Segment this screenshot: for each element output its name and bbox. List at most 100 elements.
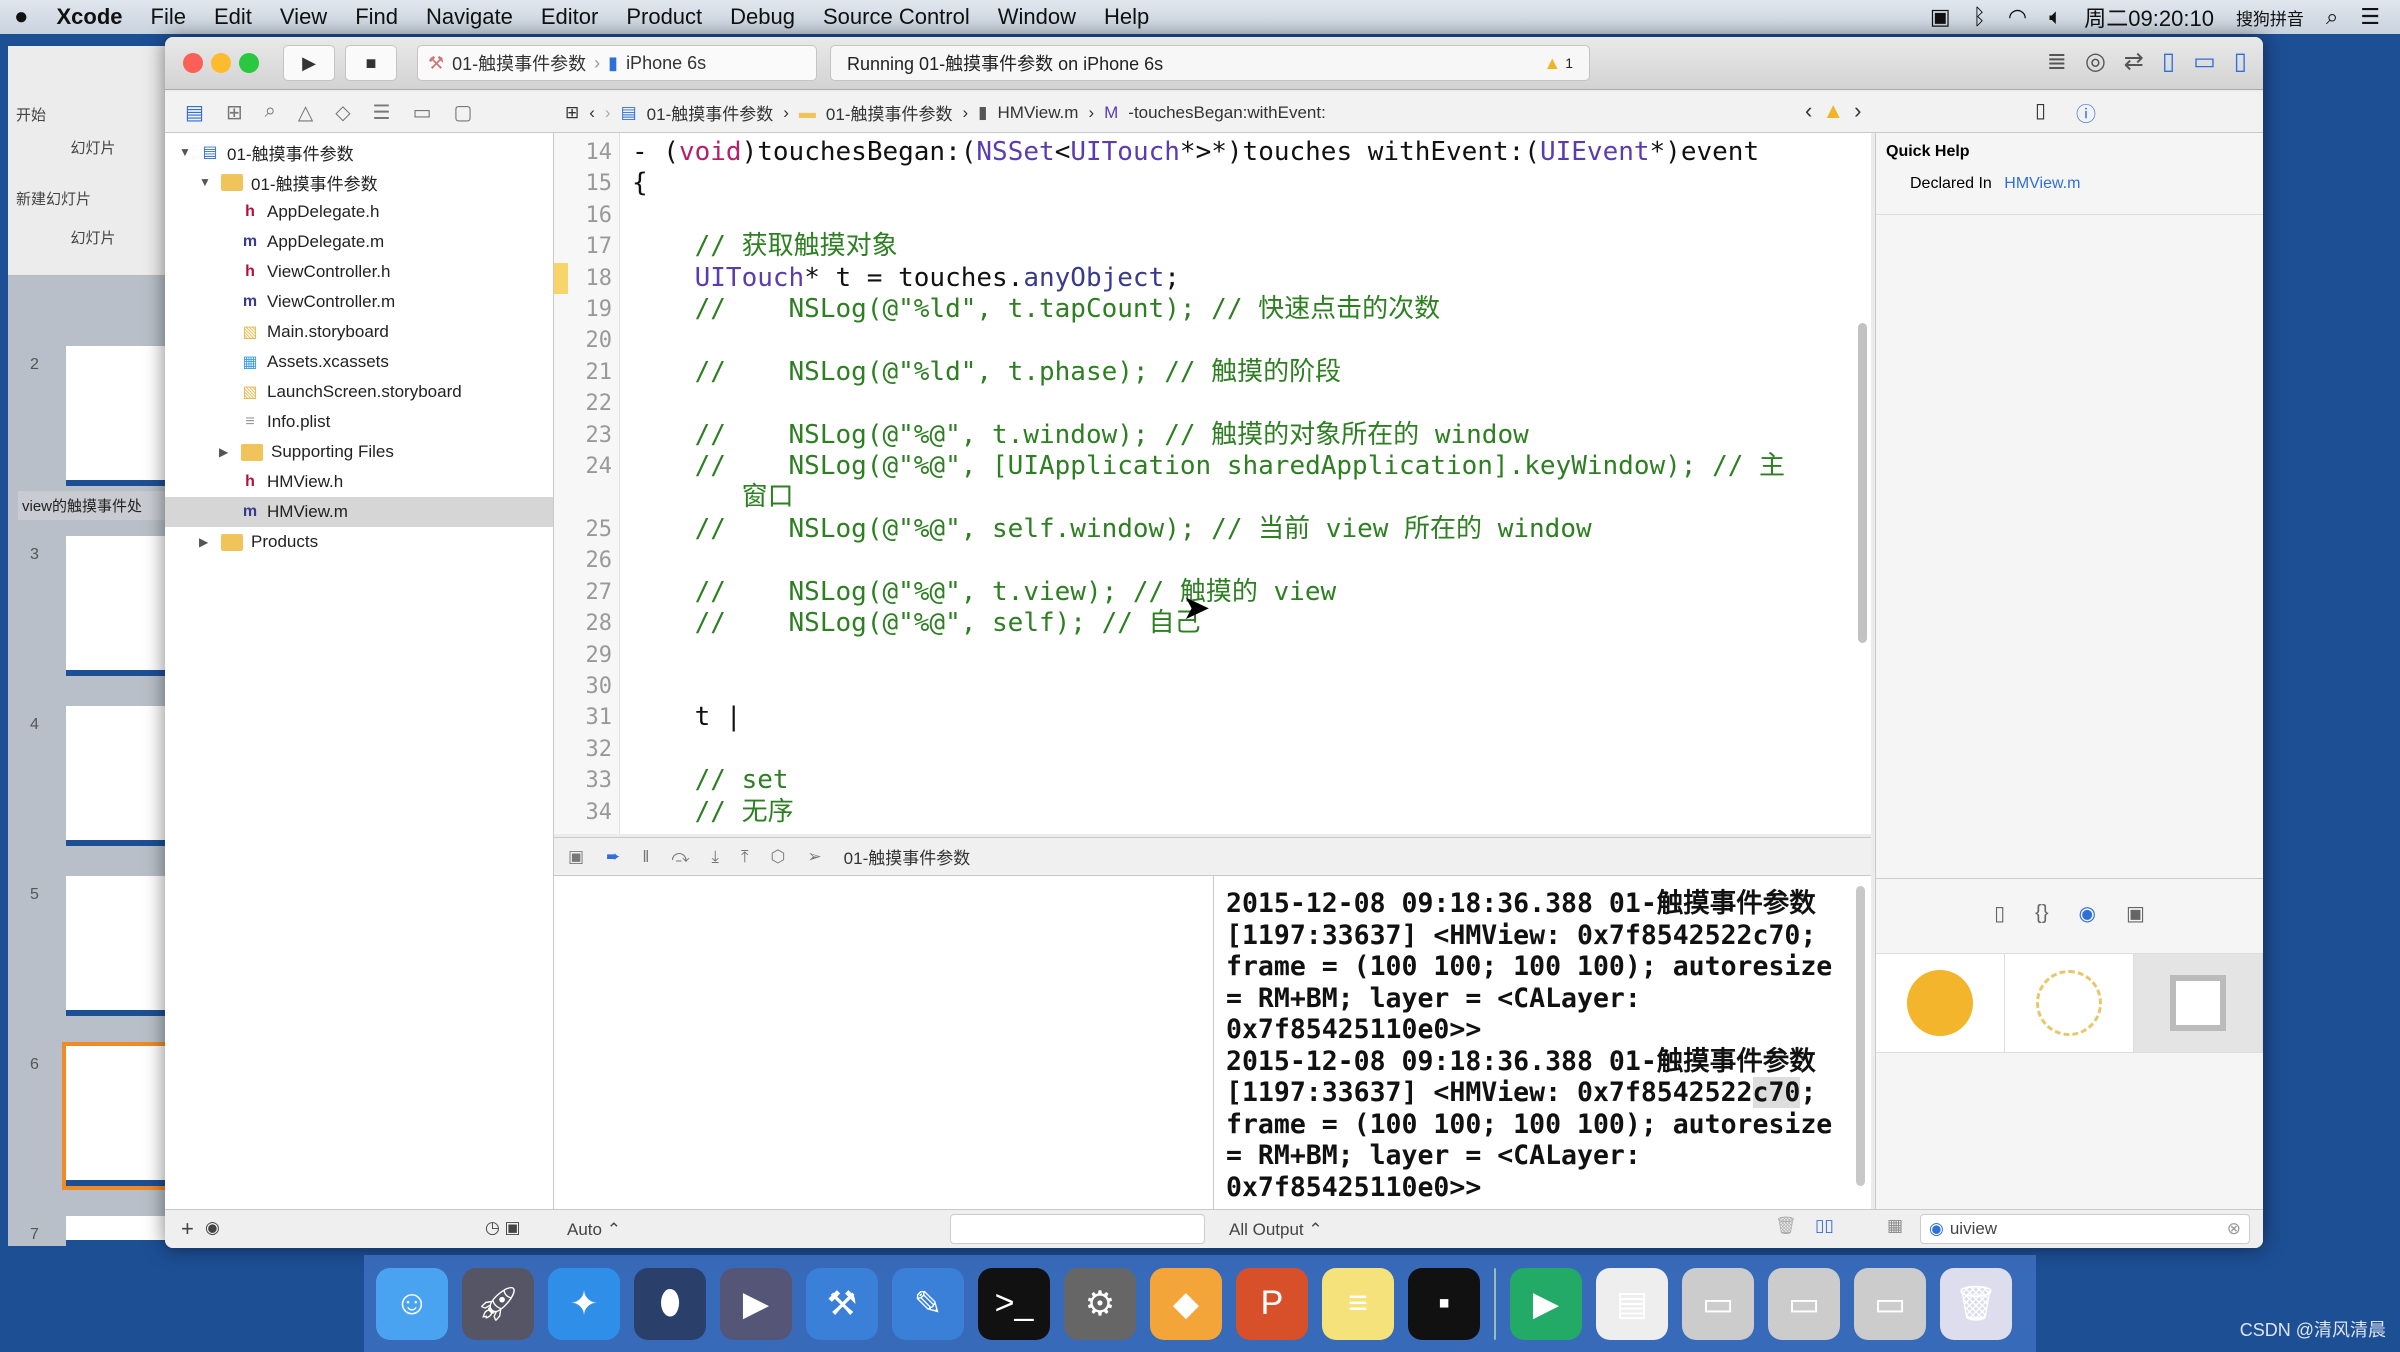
navigator-item[interactable]: ▶ Products: [165, 527, 553, 557]
console-app-icon[interactable]: ▪: [1408, 1267, 1480, 1340]
add-file-button[interactable]: +: [181, 1216, 194, 1242]
code-snippet-library-icon[interactable]: {}: [2035, 902, 2048, 925]
hide-debug-area-icon[interactable]: ▣: [568, 847, 584, 867]
run-button[interactable]: ▶: [283, 45, 335, 81]
code-line[interactable]: 14 - (void)touchesBegan:(NSSet<UITouch*>*…: [554, 137, 1871, 168]
disclosure-closed-icon[interactable]: ▶: [199, 535, 213, 549]
pause-icon[interactable]: ‖: [642, 847, 649, 867]
test-navigator-icon[interactable]: ◇: [335, 100, 350, 125]
view-hierarchy-icon[interactable]: ⬡: [771, 847, 786, 867]
safari-icon[interactable]: ✦: [548, 1267, 620, 1340]
code-line[interactable]: 21 // NSLog(@"%ld", t.phase); // 触摸的阶段: [554, 357, 1871, 388]
media-library-icon[interactable]: ▣: [2126, 901, 2145, 926]
report-navigator-icon[interactable]: ▢: [454, 100, 473, 125]
toggle-debug-area-icon[interactable]: ▭: [2193, 47, 2216, 76]
variables-view[interactable]: [554, 876, 1214, 1209]
editor-scrollbar[interactable]: [1858, 323, 1867, 643]
document-icon[interactable]: ▤: [1596, 1267, 1668, 1340]
code-line[interactable]: 34 // 无序: [554, 797, 1871, 828]
standard-editor-icon[interactable]: ≣: [2047, 47, 2067, 76]
trash-icon[interactable]: 🗑︎: [1940, 1267, 2012, 1340]
bluetooth-icon[interactable]: ᛒ: [1973, 4, 1986, 30]
declared-in-file-link[interactable]: HMView.m: [2004, 175, 2080, 192]
notes-icon[interactable]: ≡: [1322, 1267, 1394, 1340]
stop-button[interactable]: ■: [345, 45, 397, 81]
code-line[interactable]: 24 // NSLog(@"%@", [UIApplication shared…: [554, 451, 1871, 482]
symbol-navigator-icon[interactable]: ⊞: [226, 100, 243, 125]
slide-thumbnail[interactable]: [66, 536, 176, 676]
code-line[interactable]: 32: [554, 734, 1871, 765]
input-method[interactable]: 搜狗拼音: [2236, 5, 2304, 30]
navigator-item[interactable]: ▦ Assets.xcassets: [165, 347, 553, 377]
trash-icon[interactable]: 🗑︎: [1775, 1216, 1797, 1236]
menu-xcode[interactable]: Xcode: [43, 4, 137, 30]
navigator-item[interactable]: ≡ Info.plist: [165, 407, 553, 437]
menu-product[interactable]: Product: [612, 4, 716, 30]
code-line[interactable]: 23 // NSLog(@"%@", t.window); // 触摸的对象所在…: [554, 420, 1871, 451]
screen-icon-2[interactable]: ▭: [1768, 1267, 1840, 1340]
code-line[interactable]: 25 // NSLog(@"%@", self.window); // 当前 v…: [554, 514, 1871, 545]
code-line[interactable]: 31 t |: [554, 702, 1871, 733]
code-line[interactable]: 窗口: [554, 482, 1871, 513]
library-item-view[interactable]: [2134, 954, 2263, 1052]
recent-files-icon[interactable]: ◷ ▣: [485, 1218, 521, 1238]
navigator-item[interactable]: ▼ ▤ 01-触摸事件参数: [165, 137, 553, 167]
output-selector[interactable]: All Output ⌃: [1229, 1220, 1323, 1240]
slide-thumbnail[interactable]: [66, 876, 176, 1016]
code-line[interactable]: 27 // NSLog(@"%@", t.view); // 触摸的 view: [554, 577, 1871, 608]
disclosure-open-icon[interactable]: ▼: [199, 175, 213, 189]
file-template-library-icon[interactable]: ▯: [1994, 901, 2005, 926]
menu-navigate[interactable]: Navigate: [412, 4, 527, 30]
toggle-navigator-icon[interactable]: ▯: [2162, 47, 2175, 76]
code-line[interactable]: 16: [554, 200, 1871, 231]
library-item-view-controller[interactable]: [1876, 954, 2005, 1052]
tab-home[interactable]: 开始: [16, 104, 170, 125]
navigator-item[interactable]: h AppDelegate.h: [165, 197, 553, 227]
library-item-storyboard-reference[interactable]: [2005, 954, 2134, 1052]
navigator-item[interactable]: h ViewController.h: [165, 257, 553, 287]
new-slide-button[interactable]: 新建幻灯片: [16, 188, 170, 209]
navigator-item[interactable]: h HMView.h: [165, 467, 553, 497]
related-items-icon[interactable]: ⊞: [565, 103, 579, 123]
variables-scope-selector[interactable]: Auto ⌃: [567, 1220, 621, 1240]
jump-item[interactable]: HMView.m: [998, 103, 1079, 123]
screen-icon-3[interactable]: ▭: [1854, 1267, 1926, 1340]
quick-help-icon[interactable]: ⓘ: [2076, 98, 2096, 127]
menu-debug[interactable]: Debug: [716, 4, 809, 30]
clock[interactable]: 周二09:20:10: [2084, 1, 2214, 33]
video-app-icon[interactable]: ▶: [720, 1267, 792, 1340]
debug-navigator-icon[interactable]: ☰: [373, 100, 391, 125]
xcode-icon[interactable]: ⚒: [806, 1267, 878, 1340]
code-line[interactable]: 26: [554, 545, 1871, 576]
code-line[interactable]: 20: [554, 325, 1871, 356]
slide-section[interactable]: view的触摸事件处: [18, 491, 178, 520]
warning-count[interactable]: 1: [1565, 55, 1573, 71]
menu-source-control[interactable]: Source Control: [809, 4, 984, 30]
volume-icon[interactable]: 🔈︎: [2049, 4, 2062, 30]
spotlight-icon[interactable]: ⌕: [2326, 4, 2338, 30]
code-line[interactable]: 19 // NSLog(@"%ld", t.tapCount); // 快速点击…: [554, 294, 1871, 325]
navigator-item[interactable]: ▼ 01-触摸事件参数: [165, 167, 553, 197]
menu-editor[interactable]: Editor: [527, 4, 612, 30]
mouse-app-icon[interactable]: ⬮: [634, 1267, 706, 1340]
step-over-icon[interactable]: ⤼: [671, 847, 689, 867]
code-line[interactable]: 17 // 获取触摸对象: [554, 231, 1871, 262]
issue-navigator-icon[interactable]: △: [298, 100, 313, 125]
jump-item[interactable]: -touchesBegan:withEvent:: [1128, 103, 1326, 123]
navigator-item[interactable]: m ViewController.m: [165, 287, 553, 317]
warning-icon[interactable]: ▲: [1543, 53, 1561, 74]
navigator-item[interactable]: ▧ Main.storyboard: [165, 317, 553, 347]
menu-window[interactable]: Window: [984, 4, 1090, 30]
zoom-button[interactable]: [239, 53, 259, 73]
breakpoints-toggle-icon[interactable]: ➨: [606, 847, 620, 867]
navigator-filter-icon[interactable]: ◉: [205, 1218, 220, 1238]
navigator-item[interactable]: m HMView.m: [165, 497, 553, 527]
terminal-icon[interactable]: >_: [978, 1267, 1050, 1340]
wifi-icon[interactable]: ◠: [2008, 4, 2027, 30]
library-filter-input[interactable]: ◉ uiview ⊗: [1920, 1214, 2250, 1244]
object-library-icon[interactable]: ◉: [2079, 901, 2096, 926]
navigator-item[interactable]: ▶ Supporting Files: [165, 437, 553, 467]
code-line[interactable]: 15 {: [554, 168, 1871, 199]
forward-button[interactable]: ›: [605, 103, 611, 123]
scheme-selector[interactable]: ⚒ 01-触摸事件参数 › ▮ iPhone 6s: [417, 45, 817, 81]
